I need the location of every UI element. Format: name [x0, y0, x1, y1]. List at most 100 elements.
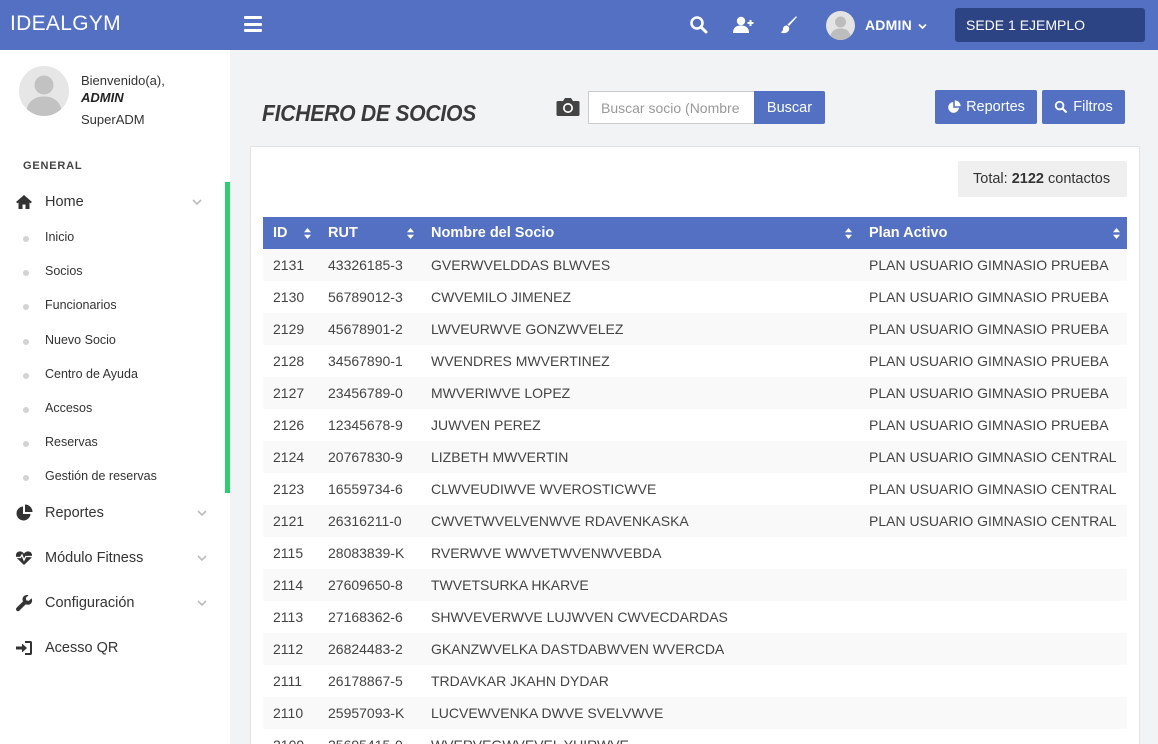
bullet-icon [23, 373, 29, 379]
reportes-button[interactable]: Reportes [935, 90, 1037, 124]
table-row[interactable]: 2123 16559734-6 CLWVEUDIWVE WVEROSTICWVE PL… [263, 473, 1127, 505]
cell-rut: 27168362-6 [328, 609, 403, 625]
cell-id: 2114 [273, 577, 304, 593]
cell-plan: PLAN USUARIO GIMNASIO PRUEBA [869, 321, 1109, 337]
table-row[interactable]: 2127 23456789-0 MWVERIWVE LOPEZ PLAN USUARI… [263, 377, 1127, 409]
column-header-plan[interactable]: Plan Activo [859, 217, 1127, 249]
cell-plan: PLAN USUARIO GIMNASIO CENTRAL [869, 481, 1117, 497]
table-row[interactable]: 2112 26824483-2 GKANZWVELKA DASTDABWVEN WV… [263, 633, 1127, 665]
cell-plan [859, 537, 1127, 569]
cell-nombre: WVERVEGWVEVEL YUIRWVE [421, 729, 859, 744]
table-row[interactable]: 2114 27609650-8 TWVETSURKA HKARVE [263, 569, 1127, 601]
table-row[interactable]: 2110 25957093-K LUCVEWVENKA DWVE SVELVWVE [263, 697, 1127, 729]
sidebar-item-configuracion[interactable]: Configuración [0, 585, 225, 621]
total-prefix: Total: [973, 171, 1008, 187]
column-header-label: RUT [328, 225, 358, 241]
admin-avatar[interactable] [826, 11, 855, 40]
sidebar-item-home[interactable]: Home [0, 184, 225, 220]
table-row[interactable]: 2113 27168362-6 SHWVEVERWVE LUJWVEN CWVECD… [263, 601, 1127, 633]
filtros-button-label: Filtros [1073, 99, 1113, 115]
table-row[interactable]: 2115 28083839-K RVERWVE WWVETWVENWVEBDA [263, 537, 1127, 569]
cell-nombre: MWVERIWVE LOPEZ [431, 385, 571, 401]
cell-plan: PLAN USUARIO GIMNASIO PRUEBA [869, 257, 1109, 273]
search-icon[interactable] [689, 15, 709, 35]
cell-plan [859, 569, 1127, 601]
cell-id: 2123 [273, 481, 305, 497]
table-row[interactable]: 2128 34567890-1 WVENDRES MWVERTINEZ PLAN US… [263, 345, 1127, 377]
sidebar-item-label: Módulo Fitness [45, 550, 144, 566]
cell-nombre: CWVETWVELVENWVE RDAVENKASKA [431, 513, 689, 529]
bullet-icon [23, 270, 29, 276]
table-row[interactable]: 2131 43326185-3 GVERWVELDDAS BLWVES PLAN US… [263, 249, 1127, 281]
sidebar-subitem-inicio[interactable]: Inicio [0, 223, 225, 253]
cell-plan [859, 633, 1127, 665]
cell-rut: 25957093-K [328, 705, 405, 721]
cell-rut: 16559734-6 [328, 481, 403, 497]
cell-id: 2124 [273, 449, 305, 465]
table-header-row: ID RUT Nombre del Socio Plan Activo [263, 217, 1127, 249]
sede-selector[interactable]: SEDE 1 EJEMPLO [955, 8, 1145, 42]
cell-nombre: LWVEURWVE GONZWVELEZ [431, 321, 624, 337]
column-header-nombre[interactable]: Nombre del Socio [421, 217, 859, 249]
camera-icon[interactable] [556, 96, 580, 117]
sidebar-item-acceso-qr[interactable]: Acesso QR [0, 630, 225, 666]
cell-plan [859, 697, 1127, 729]
sort-icon [304, 228, 311, 239]
column-header-rut[interactable]: RUT [318, 217, 421, 249]
cell-nombre: TWVETSURKA HKARVE [431, 577, 589, 593]
table-row[interactable]: 2129 45678901-2 LWVEURWVE GONZWVELEZ PLAN U… [263, 313, 1127, 345]
sidebar-subitem-nuevo-socio[interactable]: Nuevo Socio [0, 326, 225, 356]
cell-nombre: CWVEMILO JIMENEZ [431, 289, 572, 305]
sidebar-subitem-accesos[interactable]: Accesos [0, 394, 225, 424]
sidebar-item-label: Home [45, 194, 84, 210]
bullet-icon [23, 407, 29, 413]
table-row[interactable]: 2130 56789012-3 CWVEMILO JIMENEZ PLAN USUAR… [263, 281, 1127, 313]
sidebar-subitem-socios[interactable]: Socios [0, 257, 225, 287]
cell-plan [859, 665, 1127, 697]
sidebar-subitem-gestion-reservas[interactable]: Gestión de reservas [0, 462, 225, 492]
cell-plan [859, 729, 1127, 744]
search-input[interactable] [588, 91, 755, 124]
table-row[interactable]: 2124 20767830-9 LIZBETH MWVERTIN PLAN USUAR… [263, 441, 1127, 473]
cell-plan: PLAN USUARIO GIMNASIO PRUEBA [869, 289, 1109, 305]
cell-id: 2128 [273, 353, 305, 369]
sidebar-subitem-funcionarios[interactable]: Funcionarios [0, 291, 225, 321]
sidebar-subitem-reservas[interactable]: Reservas [0, 428, 225, 458]
cell-nombre: SHWVEVERWVE LUJWVEN CWVECDARDAS [431, 609, 728, 625]
add-user-icon[interactable] [732, 15, 754, 35]
chevron-down-icon [197, 555, 207, 562]
filtros-button[interactable]: Filtros [1042, 90, 1125, 124]
cell-nombre: LUCVEWVENKA DWVE SVELVWVE [431, 705, 664, 721]
search-button[interactable]: Buscar [754, 91, 825, 124]
column-header-id[interactable]: ID [263, 217, 318, 249]
cell-id: 2126 [273, 417, 305, 433]
cell-id: 2127 [273, 385, 305, 401]
table-row[interactable]: 2121 26316211-0 CWVETWVELVENWVE RDAVENKASK… [263, 505, 1127, 537]
section-title-general: GENERAL [23, 160, 83, 172]
cell-id: 2109 [263, 729, 318, 744]
admin-name-label: ADMIN [865, 17, 912, 33]
cell-rut: 25695415-0 [318, 729, 421, 744]
cell-id: 2130 [273, 289, 305, 305]
cell-rut: 27609650-8 [328, 577, 403, 593]
cell-id: 2112 [273, 641, 304, 657]
sidebar-subitem-centro-ayuda[interactable]: Centro de Ayuda [0, 360, 225, 390]
brand-logo[interactable]: IDEALGYM [10, 12, 121, 36]
sidebar-item-label: Reportes [45, 505, 104, 521]
cell-plan: PLAN USUARIO GIMNASIO PRUEBA [869, 353, 1109, 369]
sign-in-icon [16, 641, 32, 655]
brush-icon[interactable] [779, 15, 799, 35]
admin-menu[interactable]: ADMIN [865, 17, 927, 33]
cell-rut: 20767830-9 [328, 449, 403, 465]
user-avatar [19, 66, 69, 116]
sidebar-item-reportes[interactable]: Reportes [0, 495, 225, 531]
sidebar-item-fitness[interactable]: Módulo Fitness [0, 540, 225, 576]
cell-nombre: WVENDRES MWVERTINEZ [431, 353, 610, 369]
table-row[interactable]: 2111 26178867-5 TRDAVKAR JKAHN DYDAR [263, 665, 1127, 697]
table-row[interactable]: 210925695415-0WVERVEGWVEVEL YUIRWVE [263, 729, 1127, 744]
bullet-icon [23, 475, 29, 481]
table-row[interactable]: 2126 12345678-9 JUWVEN PEREZ PLAN USUARIO G… [263, 409, 1127, 441]
reportes-button-label: Reportes [966, 99, 1025, 115]
menu-toggle-icon[interactable] [244, 16, 262, 32]
cell-rut: 56789012-3 [328, 289, 403, 305]
